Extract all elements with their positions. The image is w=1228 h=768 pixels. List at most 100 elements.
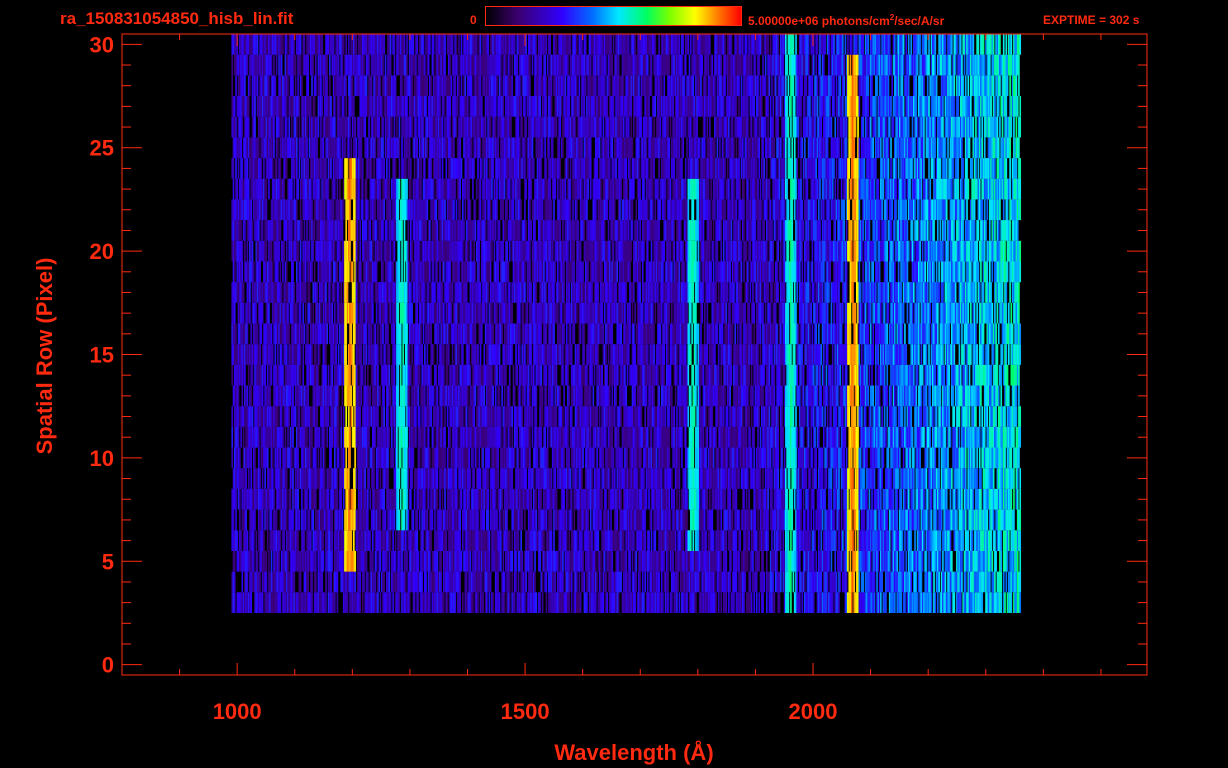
heatmap-cell xyxy=(852,468,854,489)
heatmap-cell xyxy=(565,530,568,551)
heatmap-cell xyxy=(279,447,282,469)
heatmap-cell xyxy=(926,488,929,510)
heatmap-cell xyxy=(1016,468,1019,489)
heatmap-cell xyxy=(717,447,720,469)
heatmap-cell xyxy=(387,447,389,469)
heatmap-cell xyxy=(524,509,526,531)
heatmap-cell xyxy=(429,592,431,613)
heatmap-cell xyxy=(265,571,268,593)
heatmap-cell xyxy=(961,488,963,510)
heatmap-cell xyxy=(235,509,237,531)
heatmap-cell xyxy=(712,447,715,469)
heatmap-cell xyxy=(791,509,794,531)
heatmap-cell xyxy=(273,488,275,510)
heatmap-cell xyxy=(532,468,535,489)
heatmap-cell xyxy=(350,530,353,551)
heatmap-cell xyxy=(576,571,578,593)
heatmap-cell xyxy=(570,406,573,427)
heatmap-cell xyxy=(646,426,649,448)
heatmap-cell xyxy=(325,571,327,593)
heatmap-cell xyxy=(399,447,402,469)
heatmap-cell xyxy=(388,550,391,572)
heatmap-cell xyxy=(359,592,362,613)
heatmap-cell xyxy=(250,447,253,469)
heatmap-cell xyxy=(949,530,952,551)
heatmap-cell xyxy=(415,406,417,427)
heatmap-cell xyxy=(254,447,256,469)
heatmap-cell xyxy=(292,509,294,531)
heatmap-cell xyxy=(259,468,261,489)
heatmap-cell xyxy=(337,406,340,427)
heatmap-cell xyxy=(316,406,318,427)
heatmap-cell xyxy=(568,592,571,613)
heatmap-cell xyxy=(351,406,354,427)
heatmap-cell xyxy=(417,550,420,572)
heatmap-cell xyxy=(826,571,829,593)
heatmap-cell xyxy=(755,592,758,613)
heatmap-cell xyxy=(367,488,369,510)
heatmap-cell xyxy=(834,550,837,572)
heatmap-cell xyxy=(660,468,663,489)
heatmap-cell xyxy=(888,530,891,551)
heatmap-cell xyxy=(342,447,345,469)
heatmap-cell xyxy=(279,592,282,613)
heatmap-cell xyxy=(673,406,676,427)
heatmap-cell xyxy=(327,406,330,427)
heatmap-cell xyxy=(995,550,997,572)
heatmap-cell xyxy=(885,426,887,448)
heatmap-cell xyxy=(743,488,745,510)
heatmap-cell xyxy=(322,550,325,572)
heatmap-cell xyxy=(410,488,412,510)
heatmap-cell xyxy=(672,550,674,572)
heatmap-cell xyxy=(287,550,289,572)
heatmap-cell xyxy=(285,488,288,510)
heatmap-cell xyxy=(301,488,303,510)
heatmap-cell xyxy=(534,550,536,572)
heatmap-cell xyxy=(967,530,970,551)
heatmap-cell xyxy=(938,468,940,489)
heatmap-cell xyxy=(611,550,614,572)
heatmap-cell xyxy=(384,509,387,531)
heatmap-cell xyxy=(852,530,854,551)
heatmap-cell xyxy=(570,488,573,510)
heatmap-cell xyxy=(393,509,396,531)
heatmap-cell xyxy=(602,592,605,613)
heatmap-cell xyxy=(972,488,975,510)
heatmap-cell xyxy=(678,468,681,489)
heatmap-cell xyxy=(920,571,923,593)
heatmap-cell xyxy=(511,426,514,448)
heatmap-cell xyxy=(265,550,268,572)
heatmap-cell xyxy=(330,447,332,469)
heatmap-cell xyxy=(315,488,317,510)
heatmap-cell xyxy=(367,509,369,531)
heatmap-cell xyxy=(777,447,780,469)
heatmap-cell xyxy=(625,550,628,572)
heatmap-cell xyxy=(838,426,840,448)
heatmap-cell xyxy=(497,468,500,489)
heatmap-cell xyxy=(460,488,463,510)
heatmap-cell xyxy=(862,571,864,593)
heatmap-cell xyxy=(928,550,930,572)
heatmap-cell xyxy=(793,488,796,510)
heatmap-cell xyxy=(412,509,415,531)
heatmap-cell xyxy=(398,592,401,613)
heatmap-cell xyxy=(235,488,237,510)
heatmap-cell xyxy=(815,468,818,489)
heatmap-cell xyxy=(535,592,538,613)
heatmap-cell xyxy=(283,530,286,551)
heatmap-cell xyxy=(782,426,785,448)
heatmap-cell xyxy=(769,447,772,469)
heatmap-cell xyxy=(482,592,484,613)
heatmap-cell xyxy=(695,592,697,613)
heatmap-cell xyxy=(796,571,799,593)
heatmap-cell xyxy=(389,530,392,551)
heatmap-cell xyxy=(929,426,932,448)
heatmap-cell xyxy=(705,530,707,551)
heatmap-cell xyxy=(261,468,264,489)
heatmap-cell xyxy=(802,488,805,510)
heatmap-cell xyxy=(1000,530,1003,551)
heatmap-cell xyxy=(871,488,873,510)
heatmap-cell xyxy=(768,406,771,427)
heatmap-cell xyxy=(990,530,992,551)
heatmap-cell xyxy=(812,509,815,531)
